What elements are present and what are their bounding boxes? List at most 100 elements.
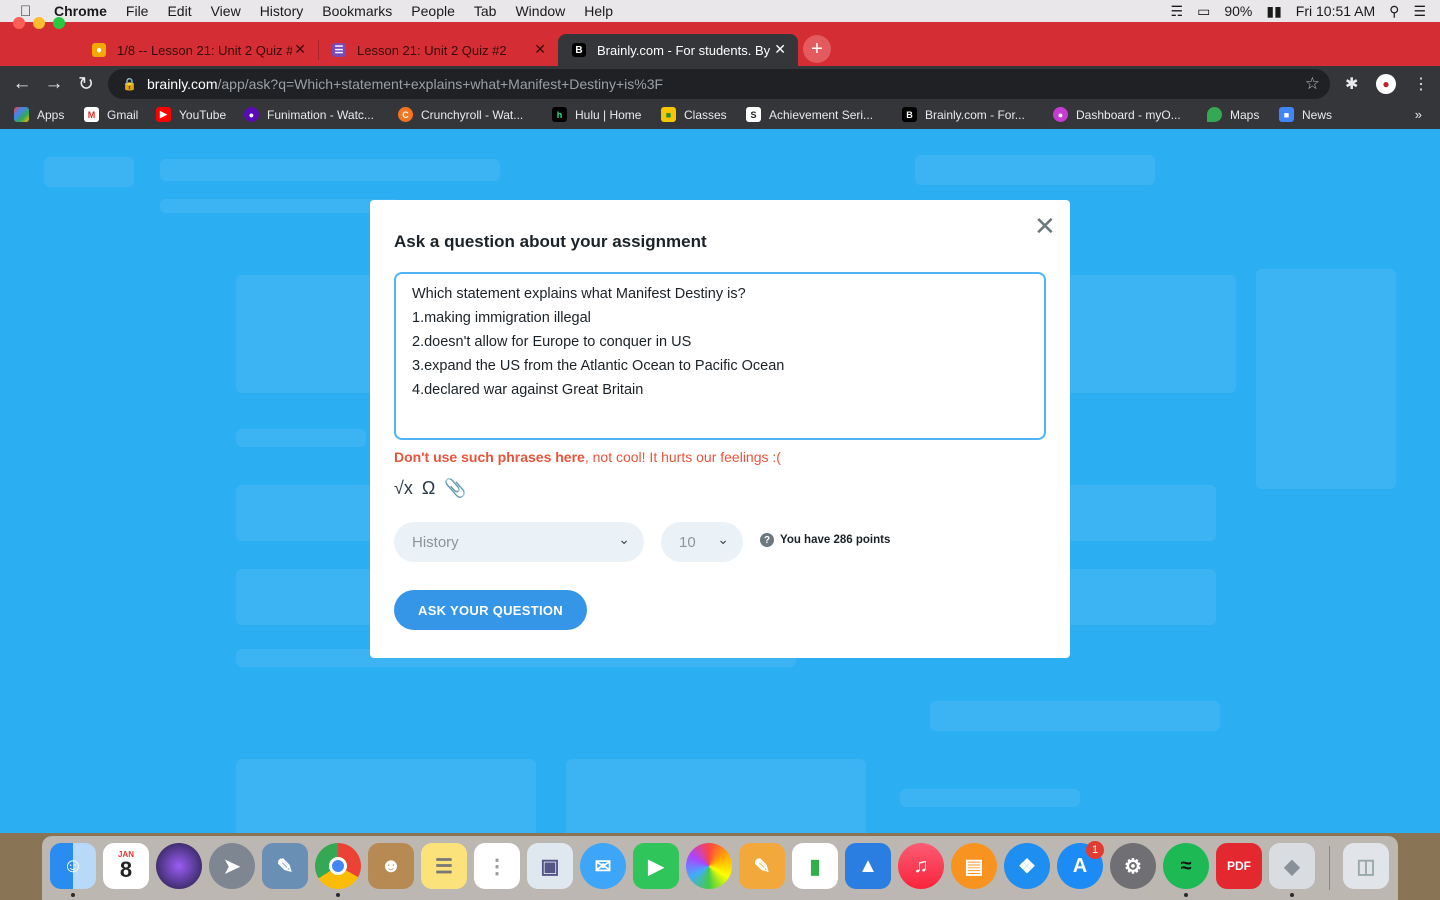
menu-bookmarks[interactable]: Bookmarks (322, 3, 392, 19)
photos-icon[interactable] (686, 843, 732, 889)
tab-brainly[interactable]: B Brainly.com - For students. By ✕ (558, 34, 798, 66)
achievement-icon: S (746, 107, 761, 122)
question-textarea[interactable]: Which statement explains what Manifest D… (394, 272, 1046, 440)
modal-title: Ask a question about your assignment (394, 232, 707, 251)
background-related-label (900, 789, 1080, 807)
menu-edit[interactable]: Edit (167, 3, 191, 19)
points-select[interactable]: 10 ⌄ (661, 522, 743, 562)
menu-file[interactable]: File (126, 3, 149, 19)
battery-percent: 90% (1224, 3, 1253, 19)
spotify-icon[interactable]: ≈ (1163, 843, 1209, 889)
bookmark-youtube[interactable]: ▶ YouTube (156, 107, 226, 122)
bookmark-classes[interactable]: ■ Classes (661, 107, 727, 122)
bookmarks-overflow-icon[interactable]: » (1415, 107, 1422, 122)
chrome-icon[interactable] (315, 843, 361, 889)
tab-forms-quiz[interactable]: ☰ Lesson 21: Unit 2 Quiz #2 ✕ (318, 34, 558, 66)
profile-avatar[interactable]: ● (1376, 74, 1396, 94)
calendar-day: 8 (119, 857, 133, 882)
brainly-icon: B (902, 107, 917, 122)
bookmark-hulu[interactable]: h Hulu | Home (552, 107, 641, 122)
new-tab-button[interactable]: + (803, 35, 831, 63)
finder-icon[interactable]: ☺ (50, 843, 96, 889)
bookmark-achievement[interactable]: S Achievement Seri... (746, 107, 873, 122)
close-tab-icon[interactable]: ✕ (774, 41, 786, 58)
close-icon[interactable]: ✕ (1034, 213, 1056, 239)
address-bar[interactable]: 🔒 brainly.com/app/ask?q=Which+statement+… (108, 69, 1330, 99)
books-icon[interactable]: ▤ (951, 843, 997, 889)
notes-icon[interactable]: ☰ (421, 843, 467, 889)
close-window-button[interactable] (13, 17, 25, 29)
classroom-icon: ● (92, 43, 106, 57)
news-icon: ■ (1279, 107, 1294, 122)
bookmark-label: Maps (1230, 107, 1260, 122)
bookmark-maps[interactable]: Maps (1207, 107, 1259, 122)
back-arrow-icon[interactable]: ← (9, 71, 35, 97)
pages-icon[interactable]: ✎ (739, 843, 785, 889)
launchpad-rocket-icon[interactable]: ➤ (209, 843, 255, 889)
attachment-icon[interactable]: 📎 (444, 478, 466, 499)
bookmark-star-icon[interactable]: ☆ (1305, 74, 1320, 94)
menu-window[interactable]: Window (515, 3, 565, 19)
math-formula-icon[interactable]: √x (394, 478, 413, 499)
messages-icon[interactable]: ✉ (580, 843, 626, 889)
trash-icon[interactable]: ◫ (1343, 843, 1389, 889)
menu-view[interactable]: View (211, 3, 241, 19)
reminders-icon[interactable]: ⋮ (474, 843, 520, 889)
close-tab-icon[interactable]: ✕ (534, 41, 546, 58)
running-indicator (71, 893, 75, 897)
ask-question-button[interactable]: ASK YOUR QUESTION (394, 590, 587, 630)
music-icon[interactable]: ♫ (898, 843, 944, 889)
facetime-icon[interactable]: ▶ (633, 843, 679, 889)
menu-history[interactable]: History (260, 3, 304, 19)
lock-icon[interactable]: 🔒 (122, 77, 137, 91)
bookmark-gmail[interactable]: M Gmail (84, 107, 138, 122)
chrome-menu-icon[interactable]: ⋮ (1413, 74, 1429, 94)
background-related-1 (236, 759, 536, 833)
calendar-icon[interactable]: JAN 8 (103, 843, 149, 889)
siri-icon[interactable] (156, 843, 202, 889)
bookmark-label: Hulu | Home (575, 107, 642, 122)
zoom-window-button[interactable] (53, 17, 65, 29)
crunchyroll-icon: C (398, 107, 413, 122)
notification-center-icon[interactable]: ☰ (1413, 3, 1426, 20)
preview-icon[interactable]: ✎ (262, 843, 308, 889)
bookmark-news[interactable]: ■ News (1279, 107, 1332, 122)
menu-people[interactable]: People (411, 3, 455, 19)
extensions-puzzle-icon[interactable]: ✱ (1345, 74, 1358, 94)
tab-classroom-quiz[interactable]: ● 1/8 -- Lesson 21: Unit 2 Quiz # ✕ (78, 34, 318, 66)
help-icon[interactable]: ? (760, 533, 774, 547)
airplay-icon[interactable]: ▭ (1197, 3, 1210, 20)
photo-booth-icon[interactable]: ▣ (527, 843, 573, 889)
pdf-app-icon[interactable]: PDF (1216, 843, 1262, 889)
subject-select[interactable]: History ⌄ (394, 522, 644, 562)
minimize-window-button[interactable] (33, 17, 45, 29)
spotlight-icon[interactable]: ⚲ (1389, 3, 1399, 20)
bookmark-funimation[interactable]: ● Funimation - Watc... (244, 107, 374, 122)
menu-help[interactable]: Help (584, 3, 613, 19)
apps-grid-icon (14, 107, 29, 122)
clock[interactable]: Fri 10:51 AM (1296, 3, 1375, 19)
reload-icon[interactable]: ↻ (73, 71, 99, 97)
bookmark-dashboard[interactable]: ● Dashboard - myO... (1053, 107, 1181, 122)
omega-symbol-icon[interactable]: Ω (422, 478, 435, 499)
bookmark-label: Achievement Seri... (769, 107, 874, 122)
bookmark-brainly[interactable]: B Brainly.com - For... (902, 107, 1025, 122)
bookmark-apps[interactable]: Apps (14, 107, 64, 122)
forward-arrow-icon[interactable]: → (41, 71, 67, 97)
close-tab-icon[interactable]: ✕ (294, 41, 306, 58)
background-sidebar (1256, 269, 1396, 489)
safari-compass-icon[interactable]: ❖ (1004, 843, 1050, 889)
forms-icon: ☰ (332, 43, 346, 57)
wifi-icon[interactable]: ☴ (1171, 3, 1184, 20)
numbers-icon[interactable]: ▮ (792, 843, 838, 889)
system-preferences-gear-icon[interactable]: ⚙ (1110, 843, 1156, 889)
bookmarks-bar: Apps M Gmail ▶ YouTube ● Funimation - Wa… (0, 102, 1440, 129)
menu-tab[interactable]: Tab (474, 3, 497, 19)
battery-icon[interactable]: ▮▮ (1266, 3, 1281, 20)
background-header-actions (915, 155, 1155, 185)
menu-app-name[interactable]: Chrome (54, 3, 107, 19)
contacts-icon[interactable]: ☻ (368, 843, 414, 889)
roblox-icon[interactable]: ◆ (1269, 843, 1315, 889)
bookmark-crunchyroll[interactable]: C Crunchyroll - Wat... (398, 107, 523, 122)
keynote-icon[interactable]: ▲ (845, 843, 891, 889)
